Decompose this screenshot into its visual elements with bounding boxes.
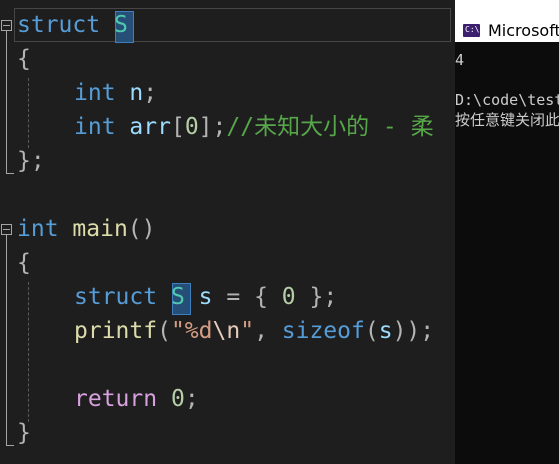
number-token: 0 xyxy=(184,114,199,140)
punctuation-token: [ xyxy=(170,114,185,140)
punctuation-token: { xyxy=(17,250,31,276)
punctuation-token: , xyxy=(254,318,282,344)
punctuation-token: ]; xyxy=(198,114,227,140)
punctuation-token xyxy=(59,216,73,242)
struct-outline-bar xyxy=(6,31,7,174)
punctuation-token: )); xyxy=(392,318,435,344)
punctuation-token: () xyxy=(127,216,156,242)
number-token: 0 xyxy=(170,386,185,412)
punctuation-token: ( xyxy=(157,318,171,344)
keyword-token: sizeof xyxy=(281,318,365,344)
punctuation-token: }; xyxy=(295,284,338,310)
keyword-token: int xyxy=(74,80,116,106)
debug-console-window[interactable]: C:\ Microsoft Visual Studio 调试控制台 4 D:\c… xyxy=(455,0,559,464)
screenshot-root: struct S { int n; int arr[0];//未知大小的 - 柔… xyxy=(0,0,559,464)
punctuation-token: { xyxy=(17,46,31,72)
keyword-token: struct xyxy=(74,284,158,310)
collapse-struct-icon[interactable] xyxy=(1,20,12,31)
punctuation-token: = { xyxy=(212,284,282,310)
string-token: \n xyxy=(212,318,241,344)
console-output-line: 4 xyxy=(455,51,465,69)
keyword-token: struct xyxy=(17,12,101,38)
identifier-token: s xyxy=(378,318,393,344)
function-token: printf xyxy=(74,318,158,344)
struct-indent-guide xyxy=(28,78,29,148)
console-app-icon: C:\ xyxy=(463,24,480,37)
punctuation-token: ; xyxy=(143,80,158,106)
function-token: main xyxy=(72,216,128,242)
identifier-token: arr xyxy=(129,114,171,140)
keyword-token: int xyxy=(74,114,116,140)
code-editor[interactable]: struct S { int n; int arr[0];//未知大小的 - 柔… xyxy=(0,0,455,464)
punctuation-token: ( xyxy=(364,318,379,344)
punctuation-token: ; xyxy=(184,386,199,412)
console-output-line: D:\code\test\x64\Debug\test.exe xyxy=(455,91,559,109)
struct-outline-end xyxy=(6,173,14,174)
punctuation-token xyxy=(157,284,171,310)
punctuation-token: }; xyxy=(17,148,45,174)
keyword-token: return xyxy=(74,386,158,412)
main-outline-bar xyxy=(6,235,7,446)
identifier-token: s xyxy=(198,284,213,310)
comment-token: //未知大小的 - 柔 xyxy=(226,114,434,140)
punctuation-token xyxy=(185,284,199,310)
type-token: S xyxy=(113,12,128,38)
punctuation-token: } xyxy=(17,420,31,446)
keyword-token: int xyxy=(17,216,59,242)
string-token: "%d xyxy=(170,318,213,344)
console-title: Microsoft Visual Studio 调试控制台 xyxy=(488,21,559,40)
punctuation-token xyxy=(116,80,130,106)
punctuation-token xyxy=(157,386,171,412)
string-token: " xyxy=(240,318,255,344)
collapse-main-icon[interactable] xyxy=(1,224,12,235)
main-outline-end xyxy=(6,445,14,446)
punctuation-token xyxy=(116,114,130,140)
console-titlebar[interactable]: C:\ Microsoft Visual Studio 调试控制台 xyxy=(455,0,559,42)
type-token: S xyxy=(170,284,185,310)
number-token: 0 xyxy=(281,284,296,310)
punctuation-token xyxy=(100,12,114,38)
main-indent-guide xyxy=(28,282,29,422)
identifier-token: n xyxy=(129,80,144,106)
console-output-line: 按任意键关闭此窗口. . . xyxy=(455,111,559,129)
